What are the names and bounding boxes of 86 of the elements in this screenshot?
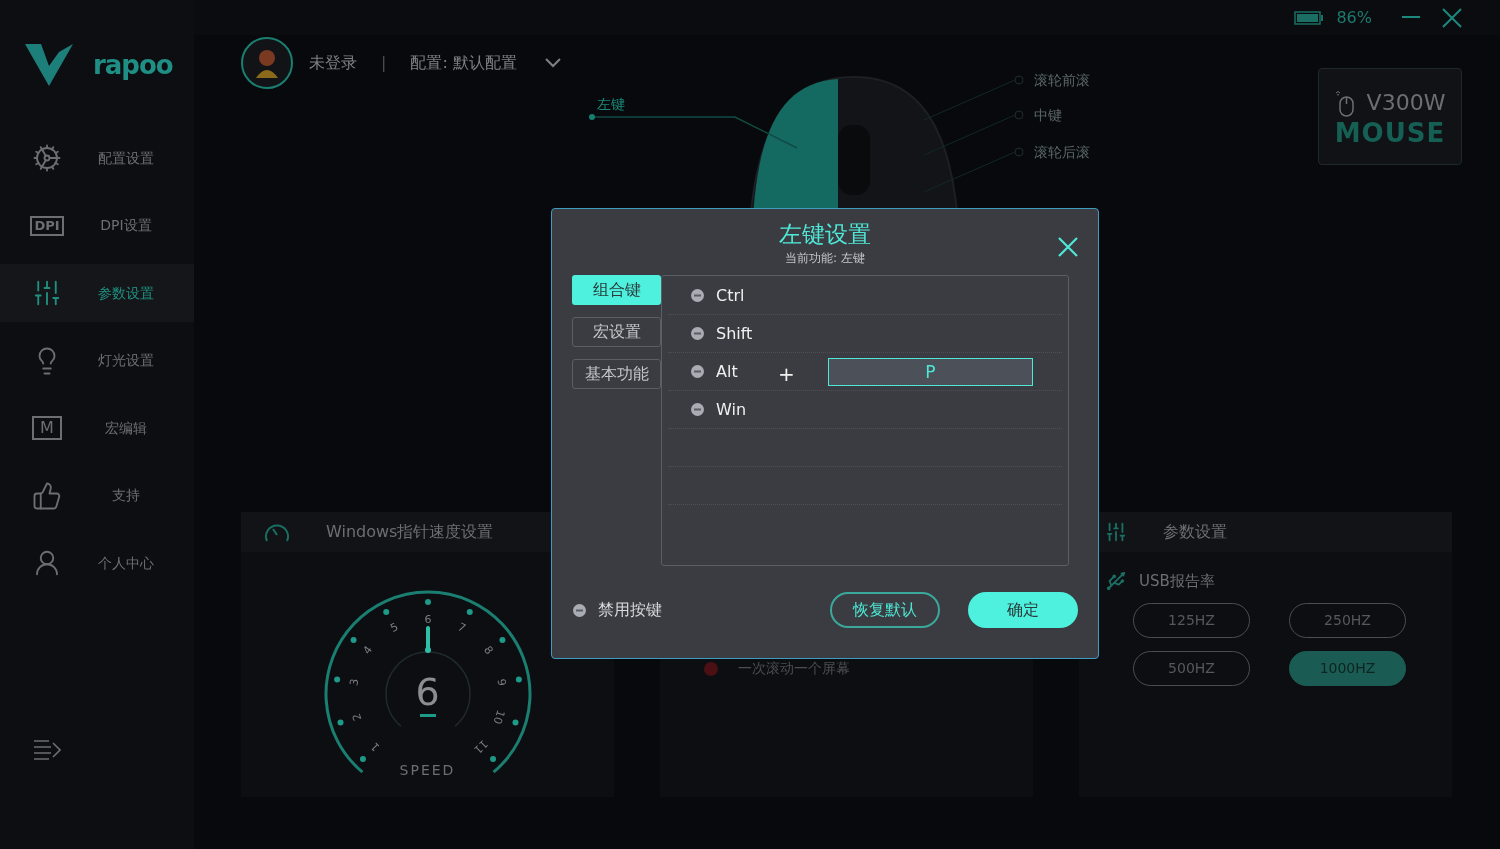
avatar[interactable]	[241, 37, 293, 89]
sidebar-item[interactable]: 配置设置	[0, 129, 194, 187]
dial-number: 11	[470, 737, 490, 757]
battery-percentage: 86%	[1336, 6, 1372, 29]
dial-number: 9	[494, 677, 509, 687]
macro-icon: M	[32, 416, 62, 440]
close-icon[interactable]	[1442, 7, 1462, 28]
speedometer-icon	[264, 521, 290, 543]
gear-icon	[32, 143, 62, 173]
dialog-tab[interactable]: 宏设置	[572, 317, 661, 347]
panel-title: 参数设置	[1163, 521, 1227, 543]
rate-button[interactable]: 1000HZ	[1289, 650, 1406, 686]
dialog-title: 左键设置	[779, 220, 871, 249]
dpi-icon: DPI	[30, 215, 64, 236]
dial-dot	[515, 676, 522, 683]
person-silhouette-icon	[254, 48, 280, 78]
chevron-down-icon[interactable]	[544, 58, 561, 68]
minus-circle-icon[interactable]	[691, 365, 704, 378]
dial-dot	[333, 676, 340, 683]
mouse-button-label[interactable]: 左键	[597, 94, 625, 115]
modifier-key-label: Alt	[716, 360, 738, 383]
sidebar-item[interactable]: M 宏编辑	[0, 399, 194, 457]
sidebar-item[interactable]: 个人中心	[0, 534, 194, 592]
panel-title: Windows指针速度设置	[326, 521, 494, 543]
dial-dot	[498, 636, 505, 643]
profile-selector[interactable]: 配置: 默认配置	[410, 51, 517, 75]
scroll-option-label: 一次滚动一个屏幕	[738, 659, 850, 678]
minus-circle-icon[interactable]	[691, 289, 704, 302]
dial-number: 7	[455, 620, 468, 635]
plus-sign: +	[778, 361, 795, 388]
mouse-button-label[interactable]: 中键	[1034, 105, 1062, 126]
dial-dot	[337, 719, 343, 726]
minus-circle-icon[interactable]	[691, 403, 704, 416]
dial-number: 10	[490, 708, 507, 726]
dialog-subtitle: 当前功能: 左键	[785, 250, 865, 267]
key-field[interactable]: P	[828, 358, 1033, 386]
minus-circle-icon[interactable]	[573, 603, 586, 617]
sidebar-item[interactable]: DPI DPI设置	[0, 196, 194, 255]
dial-value: 6	[415, 672, 440, 712]
brand-logo: rapoo	[93, 48, 173, 82]
dial-dot	[350, 636, 357, 643]
battery-icon	[1294, 10, 1325, 25]
dial-dot	[466, 609, 473, 616]
login-status[interactable]: 未登录	[309, 51, 357, 75]
dial-dot	[424, 599, 431, 605]
device-model: V300W	[1366, 89, 1446, 117]
value-underline	[419, 714, 436, 717]
dial-dot	[512, 719, 518, 726]
modifier-key-label: Win	[716, 398, 747, 421]
dial-caption: SPEED	[399, 761, 456, 780]
usb-label: USB报告率	[1139, 571, 1215, 592]
sidebar-item[interactable]: 参数设置	[0, 264, 194, 322]
confirm-button[interactable]: 确定	[968, 592, 1078, 628]
dialog-tab[interactable]: 基本功能	[572, 359, 661, 389]
thumbs-up-icon	[32, 480, 62, 511]
reset-button[interactable]: 恢复默认	[830, 592, 940, 628]
radio-button[interactable]	[704, 661, 718, 676]
dial-number: 6	[424, 613, 431, 626]
dialog-tab[interactable]: 组合键	[572, 275, 661, 305]
dial-dot	[489, 756, 496, 763]
sliders-icon	[1105, 521, 1127, 543]
device-type: MOUSE	[1334, 119, 1446, 147]
usb-icon	[1105, 570, 1127, 593]
sidebar-item[interactable]: 支持	[0, 466, 194, 525]
dial-number: 1	[367, 739, 382, 754]
leader-dot	[589, 114, 595, 120]
dial-number: 3	[346, 677, 361, 687]
menu-icon	[33, 739, 61, 761]
sidebar-item[interactable]: 灯光设置	[0, 331, 194, 390]
dial-number: 2	[349, 711, 364, 723]
dial-dot	[359, 756, 366, 763]
minus-circle-icon[interactable]	[691, 327, 704, 340]
modifier-key-label: Shift	[716, 322, 753, 345]
modifier-key-label: Ctrl	[716, 284, 745, 307]
wireless-mouse-icon	[1334, 88, 1355, 117]
dial-dot	[382, 609, 389, 616]
mouse-button-label[interactable]: 滚轮后滚	[1034, 142, 1090, 163]
disable-key-label: 禁用按键	[598, 599, 662, 621]
minimize-icon[interactable]	[1402, 16, 1420, 19]
sliders-icon	[32, 278, 62, 308]
dial-number: 4	[359, 643, 375, 657]
header-divider: |	[381, 52, 387, 74]
v-logo-icon	[25, 44, 73, 86]
mouse-button-label[interactable]: 滚轮前滚	[1034, 70, 1090, 91]
dial-number: 8	[480, 643, 496, 657]
dial-number: 5	[387, 620, 400, 635]
